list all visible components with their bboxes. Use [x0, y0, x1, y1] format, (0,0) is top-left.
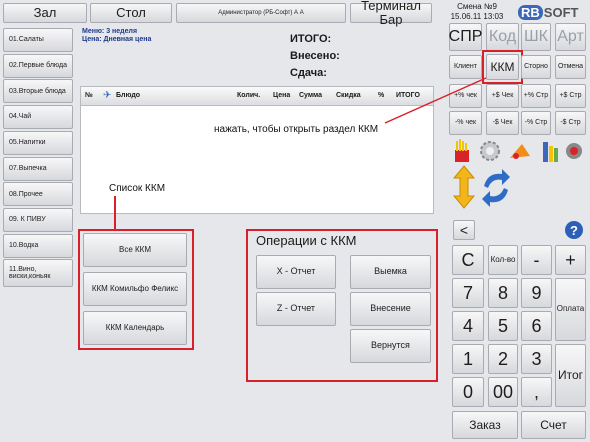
plus-button[interactable]: + — [555, 245, 586, 275]
minus-button[interactable]: - — [521, 245, 552, 275]
comma-button[interactable]: , — [521, 377, 552, 407]
clear-button[interactable]: C — [452, 245, 484, 275]
digit-0-button[interactable]: 0 — [452, 377, 484, 407]
total-button[interactable]: Итог — [555, 344, 586, 407]
fries-icon[interactable] — [455, 139, 469, 162]
digit-5-button[interactable]: 5 — [488, 311, 518, 341]
gear-icon[interactable] — [480, 141, 500, 161]
digit-6-button[interactable]: 6 — [521, 311, 552, 341]
digit-2-button[interactable]: 2 — [488, 344, 518, 374]
back-button[interactable]: < — [453, 220, 475, 240]
arrows-area — [452, 165, 510, 209]
digit-7-button[interactable]: 7 — [452, 278, 484, 308]
pay-button[interactable]: Оплата — [555, 278, 586, 341]
order-button[interactable]: Заказ — [452, 411, 518, 439]
annotation-arrow — [384, 77, 487, 124]
globe-icon[interactable] — [566, 143, 582, 159]
help-icon[interactable]: ? — [565, 221, 583, 239]
up-down-arrow-icon[interactable] — [452, 165, 476, 209]
digit-00-button[interactable]: 00 — [488, 377, 518, 407]
qty-button[interactable]: Кол-во — [488, 245, 518, 275]
digit-8-button[interactable]: 8 — [488, 278, 518, 308]
digit-1-button[interactable]: 1 — [452, 344, 484, 374]
toolbar-icons — [455, 139, 582, 162]
food-icon[interactable] — [510, 144, 530, 159]
digit-4-button[interactable]: 4 — [452, 311, 484, 341]
bill-button[interactable]: Счет — [521, 411, 586, 439]
refresh-arrows-icon[interactable] — [482, 169, 510, 207]
bottles-icon[interactable] — [543, 142, 558, 162]
digit-9-button[interactable]: 9 — [521, 278, 552, 308]
digit-3-button[interactable]: 3 — [521, 344, 552, 374]
